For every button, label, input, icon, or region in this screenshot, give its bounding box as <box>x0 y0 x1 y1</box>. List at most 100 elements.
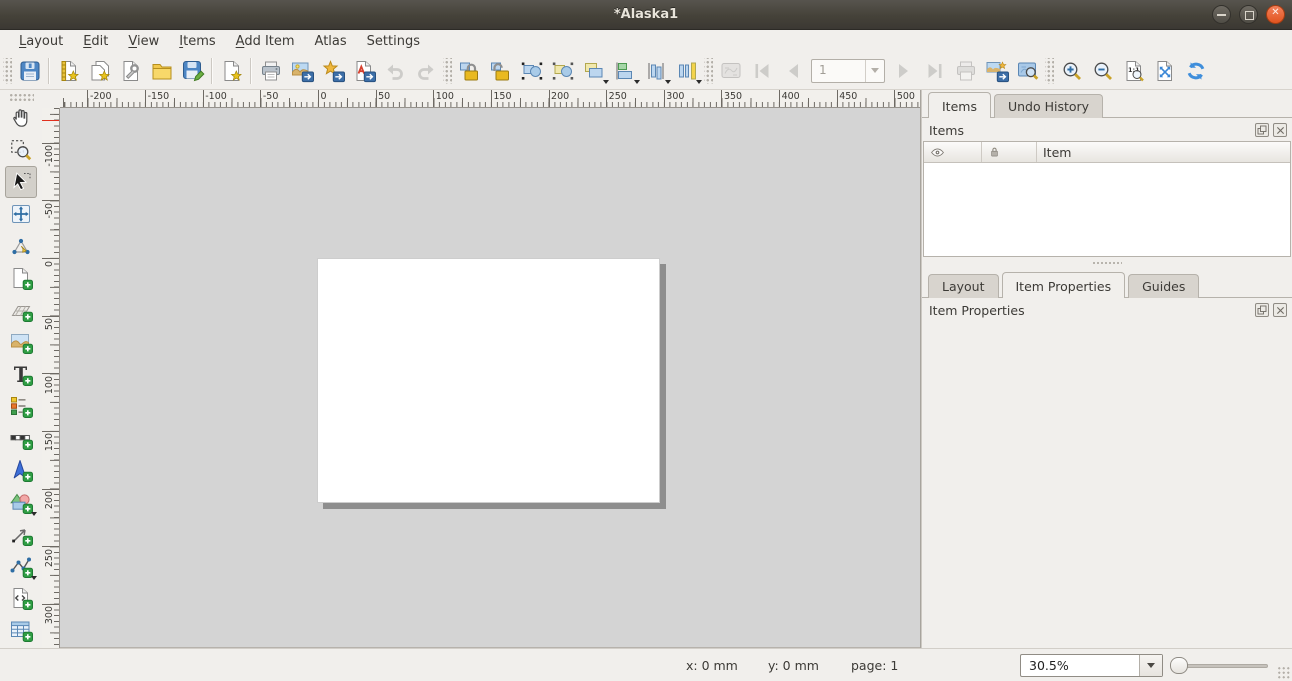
h-ruler-tick <box>145 90 146 108</box>
items-dock-float-button[interactable] <box>1255 123 1269 137</box>
add-shape-button[interactable] <box>5 486 37 518</box>
zoom-full-extent-button[interactable] <box>1149 56 1180 86</box>
print-atlas-button[interactable] <box>950 56 981 86</box>
export-as-pdf-button[interactable] <box>348 56 379 86</box>
layout-manager-button[interactable] <box>115 56 146 86</box>
zoom-out-button[interactable] <box>1087 56 1118 86</box>
select-move-item-button[interactable] <box>5 166 37 198</box>
move-item-content-button[interactable] <box>5 198 37 230</box>
vertical-ruler[interactable]: -100-50050100150200250300 <box>42 108 60 648</box>
refresh-icon <box>1184 59 1208 83</box>
select-all-items-button[interactable] <box>516 56 547 86</box>
v-ruler-label: 50 <box>44 318 55 330</box>
previous-feature-button[interactable] <box>777 56 808 86</box>
add-3d-map-button[interactable] <box>5 294 37 326</box>
menu-layout[interactable]: Layout <box>9 32 73 51</box>
deselect-all-items-button[interactable] <box>547 56 578 86</box>
minimize-button[interactable] <box>1212 5 1231 24</box>
zoom-combo-dropdown-button[interactable] <box>1139 655 1162 676</box>
toolbar-drag-handle[interactable] <box>3 58 12 84</box>
add-items-from-template-button[interactable] <box>146 56 177 86</box>
print-layout-button[interactable] <box>255 56 286 86</box>
export-atlas-button[interactable] <box>981 56 1012 86</box>
atlas-feature-spinbox[interactable]: 1 <box>811 59 885 83</box>
toolbar-drag-handle[interactable] <box>443 58 452 84</box>
close-button[interactable] <box>1266 5 1285 24</box>
add-attribute-table-button[interactable] <box>5 614 37 646</box>
tab-guides[interactable]: Guides <box>1128 274 1199 298</box>
add-arrow-button[interactable] <box>5 518 37 550</box>
refresh-view-button[interactable] <box>1180 56 1211 86</box>
zoom-slider-handle[interactable] <box>1170 657 1188 674</box>
redo-button[interactable] <box>410 56 441 86</box>
window-resize-grip[interactable] <box>1277 666 1290 679</box>
add-label-button[interactable] <box>5 358 37 390</box>
menu-items[interactable]: Items <box>169 32 225 51</box>
spinbox-dropdown-icon <box>865 60 884 82</box>
save-as-template-button[interactable] <box>177 56 208 86</box>
export-svg-icon <box>321 59 345 83</box>
menu-settings[interactable]: Settings <box>357 32 430 51</box>
lock-selected-items-button[interactable] <box>454 56 485 86</box>
add-legend-button[interactable] <box>5 390 37 422</box>
zoom-slider[interactable] <box>1178 664 1268 668</box>
new-page-button[interactable] <box>216 56 247 86</box>
atlas-settings-button[interactable] <box>1012 56 1043 86</box>
zoom-actual-size-button[interactable]: 1:1 <box>1118 56 1149 86</box>
last-feature-button[interactable] <box>919 56 950 86</box>
tab-undo-history[interactable]: Undo History <box>994 94 1103 118</box>
zoom-in-button[interactable] <box>1056 56 1087 86</box>
raise-items-button[interactable] <box>578 56 609 86</box>
add-scalebar-button[interactable] <box>5 422 37 454</box>
toolbar-drag-handle[interactable] <box>1045 58 1054 84</box>
toolbox-drag-handle[interactable] <box>8 92 34 101</box>
resize-items-button[interactable] <box>671 56 702 86</box>
add-legend-icon <box>9 394 33 418</box>
dock-splitter-handle[interactable] <box>922 257 1292 270</box>
add-north-arrow-button[interactable] <box>5 454 37 486</box>
save-project-button[interactable] <box>14 56 45 86</box>
export-as-image-button[interactable] <box>286 56 317 86</box>
align-items-button[interactable] <box>609 56 640 86</box>
add-map-button[interactable] <box>5 262 37 294</box>
maximize-button[interactable] <box>1239 5 1258 24</box>
move-content-icon <box>9 202 33 226</box>
item-properties-close-button[interactable] <box>1273 303 1287 317</box>
unlock-all-items-button[interactable] <box>485 56 516 86</box>
undo-button[interactable] <box>379 56 410 86</box>
menu-atlas[interactable]: Atlas <box>305 32 357 51</box>
menu-view[interactable]: View <box>118 32 169 51</box>
pan-layout-button[interactable] <box>5 102 37 134</box>
export-as-svg-button[interactable] <box>317 56 348 86</box>
tab-items[interactable]: Items <box>928 92 991 118</box>
items-list[interactable]: Item <box>923 141 1291 257</box>
items-list-body[interactable] <box>924 163 1290 256</box>
add-picture-icon <box>9 330 33 354</box>
tab-layout[interactable]: Layout <box>928 274 999 298</box>
add-node-item-button[interactable] <box>5 550 37 582</box>
add-html-button[interactable] <box>5 582 37 614</box>
tab-item-properties[interactable]: Item Properties <box>1002 272 1126 298</box>
horizontal-ruler[interactable]: -200-150-100-500501001502002503003504004… <box>60 90 920 108</box>
layout-canvas[interactable] <box>60 108 920 648</box>
menu-add-item[interactable]: Add Item <box>226 32 305 51</box>
distribute-items-button[interactable] <box>640 56 671 86</box>
first-feature-button[interactable] <box>746 56 777 86</box>
next-feature-button[interactable] <box>888 56 919 86</box>
add-picture-button[interactable] <box>5 326 37 358</box>
zoom-level-combobox[interactable]: 30.5% <box>1020 654 1163 677</box>
preview-atlas-button[interactable] <box>715 56 746 86</box>
edit-nodes-item-button[interactable] <box>5 230 37 262</box>
undo-icon <box>383 59 407 83</box>
layout-page[interactable] <box>317 258 660 503</box>
zoom-tool-button[interactable] <box>5 134 37 166</box>
add-html-icon <box>9 586 33 610</box>
toolbox-toolbar <box>0 90 42 648</box>
duplicate-layout-button[interactable] <box>84 56 115 86</box>
menu-edit[interactable]: Edit <box>73 32 118 51</box>
items-dock-close-button[interactable] <box>1273 123 1287 137</box>
h-ruler-label: 250 <box>609 91 627 102</box>
toolbar-drag-handle[interactable] <box>704 58 713 84</box>
item-properties-float-button[interactable] <box>1255 303 1269 317</box>
new-layout-button[interactable] <box>53 56 84 86</box>
